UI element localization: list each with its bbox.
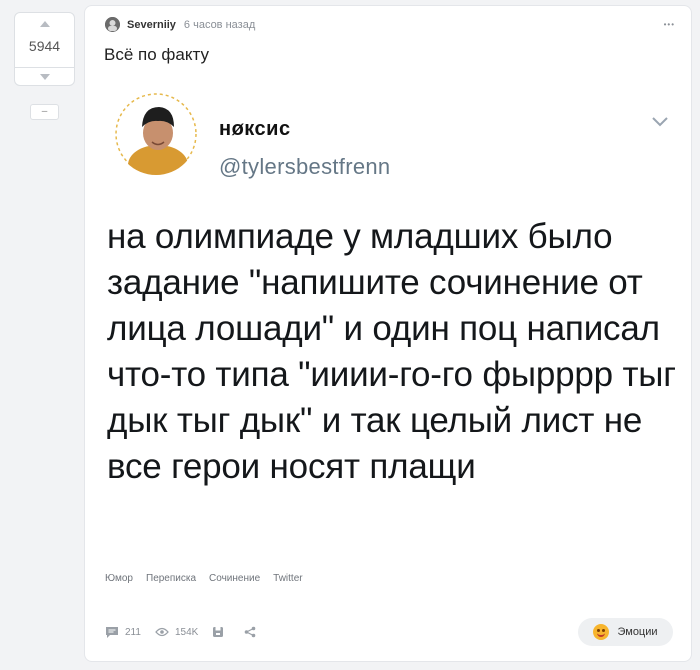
- tag-list: Юмор Переписка Сочинение Twitter: [105, 573, 316, 584]
- save-button[interactable]: [212, 626, 230, 638]
- comments-button[interactable]: 211: [105, 626, 141, 639]
- vote-score: 5944: [28, 38, 61, 54]
- tweet-text: на олимпиаде у младших было задание "нап…: [107, 217, 676, 486]
- tweet-author-name: нøксис: [219, 118, 291, 140]
- post-title[interactable]: Всё по факту: [104, 45, 209, 65]
- comments-count: 211: [125, 626, 141, 638]
- bookmark-icon: [213, 627, 224, 637]
- triangle-down-icon: [39, 73, 50, 80]
- tag-correspondence[interactable]: Переписка: [146, 573, 196, 584]
- tweet-image: нøксис @tylersbestfrenn на олимпиаде у м…: [85, 88, 691, 560]
- emotions-label: Эмоции: [617, 626, 658, 638]
- vote-widget: 5944: [14, 12, 75, 86]
- share-button[interactable]: [244, 626, 262, 638]
- author-avatar-image: [105, 17, 120, 32]
- triangle-up-icon: [39, 21, 50, 27]
- smile-emoji-icon: [593, 624, 610, 640]
- chevron-down-icon: [652, 117, 668, 127]
- tag-twitter[interactable]: Twitter: [273, 573, 302, 584]
- views-stat: 154K: [155, 627, 198, 638]
- post-card: Severniiy 6 часов назад ••• Всё по факту…: [84, 5, 692, 662]
- tweet-avatar-photo: [115, 93, 197, 175]
- tweet-author-handle: @tylersbestfrenn: [219, 154, 391, 179]
- comment-icon: [106, 626, 118, 638]
- post-footer: 211 154K Эмоции: [105, 618, 673, 646]
- author-name[interactable]: Severniiy: [127, 19, 176, 31]
- collapse-post-button[interactable]: –: [30, 104, 59, 120]
- vote-column: 5944 –: [14, 12, 75, 120]
- emotions-button[interactable]: Эмоции: [578, 618, 673, 646]
- author-avatar[interactable]: [105, 17, 120, 32]
- share-icon: [245, 626, 256, 638]
- tweet-avatar: [115, 93, 197, 175]
- upvote-button[interactable]: [15, 13, 74, 35]
- divider: [15, 57, 74, 67]
- tag-humor[interactable]: Юмор: [105, 573, 133, 584]
- more-options-button[interactable]: •••: [664, 20, 675, 29]
- downvote-button[interactable]: [15, 67, 74, 85]
- post-time: 6 часов назад: [183, 18, 256, 31]
- views-count: 154K: [174, 626, 199, 638]
- eye-icon: [155, 627, 169, 637]
- post-header: Severniiy 6 часов назад: [105, 17, 255, 32]
- tag-essay[interactable]: Сочинение: [209, 573, 260, 584]
